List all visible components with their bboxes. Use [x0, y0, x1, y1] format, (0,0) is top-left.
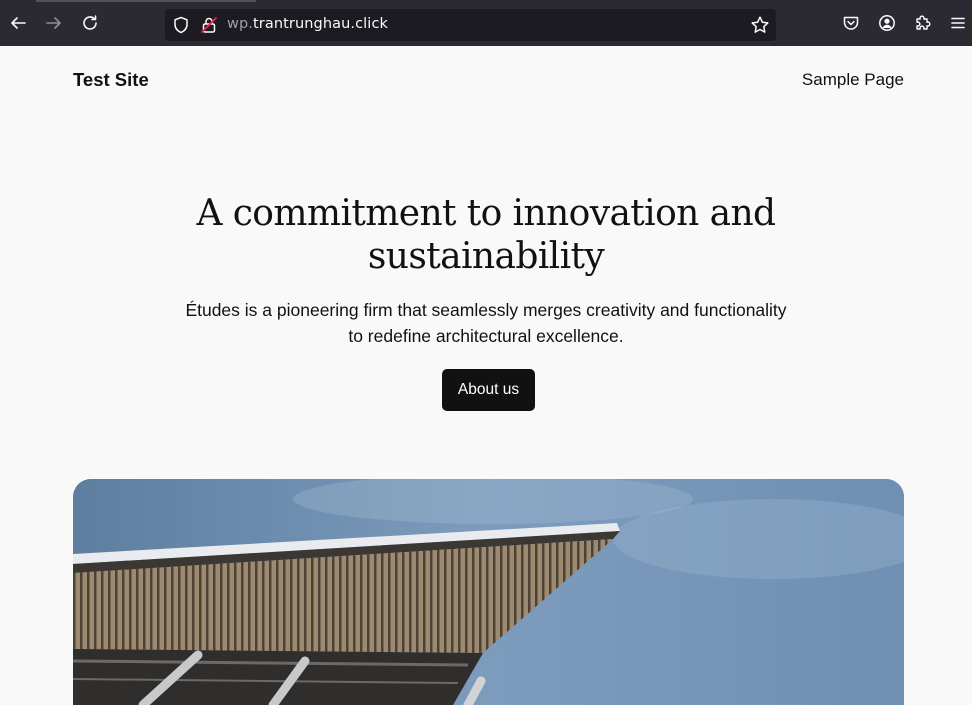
nav-link-sample-page[interactable]: Sample Page — [802, 70, 904, 90]
arrow-right-icon — [46, 17, 61, 29]
hero-image-building — [73, 479, 904, 705]
url-subdomain: wp. — [227, 16, 253, 32]
app-menu-button[interactable] — [946, 11, 970, 35]
site-title-link[interactable]: Test Site — [73, 69, 149, 91]
reload-icon — [83, 15, 97, 30]
address-bar[interactable]: wp.trantrunghau.click — [165, 9, 776, 41]
back-button[interactable] — [6, 11, 30, 35]
extensions-button[interactable] — [911, 11, 935, 35]
hero-description: Études is a pioneering firm that seamles… — [185, 300, 787, 346]
pocket-icon — [843, 16, 859, 30]
arrow-left-icon — [11, 17, 26, 29]
site-header: Test Site Sample Page — [0, 46, 972, 116]
puzzle-icon — [916, 15, 931, 30]
building-canopy-illustration — [73, 479, 904, 705]
url-text[interactable]: wp.trantrunghau.click — [227, 16, 388, 32]
hamburger-menu-icon — [951, 17, 965, 29]
account-icon — [879, 15, 895, 31]
about-us-button[interactable]: About us — [442, 369, 535, 411]
active-tab-indicator — [36, 0, 256, 2]
reload-button[interactable] — [78, 11, 102, 35]
pocket-button[interactable] — [839, 11, 863, 35]
star-icon[interactable] — [750, 15, 770, 35]
account-button[interactable] — [875, 11, 899, 35]
hero-heading: A commitment to innovation and sustainab… — [196, 193, 777, 277]
url-domain: trantrunghau.click — [252, 16, 389, 32]
shield-icon[interactable] — [172, 16, 190, 34]
browser-toolbar: wp.trantrunghau.click — [0, 0, 972, 46]
forward-button[interactable] — [42, 11, 66, 35]
insecure-lock-icon[interactable] — [200, 16, 218, 34]
